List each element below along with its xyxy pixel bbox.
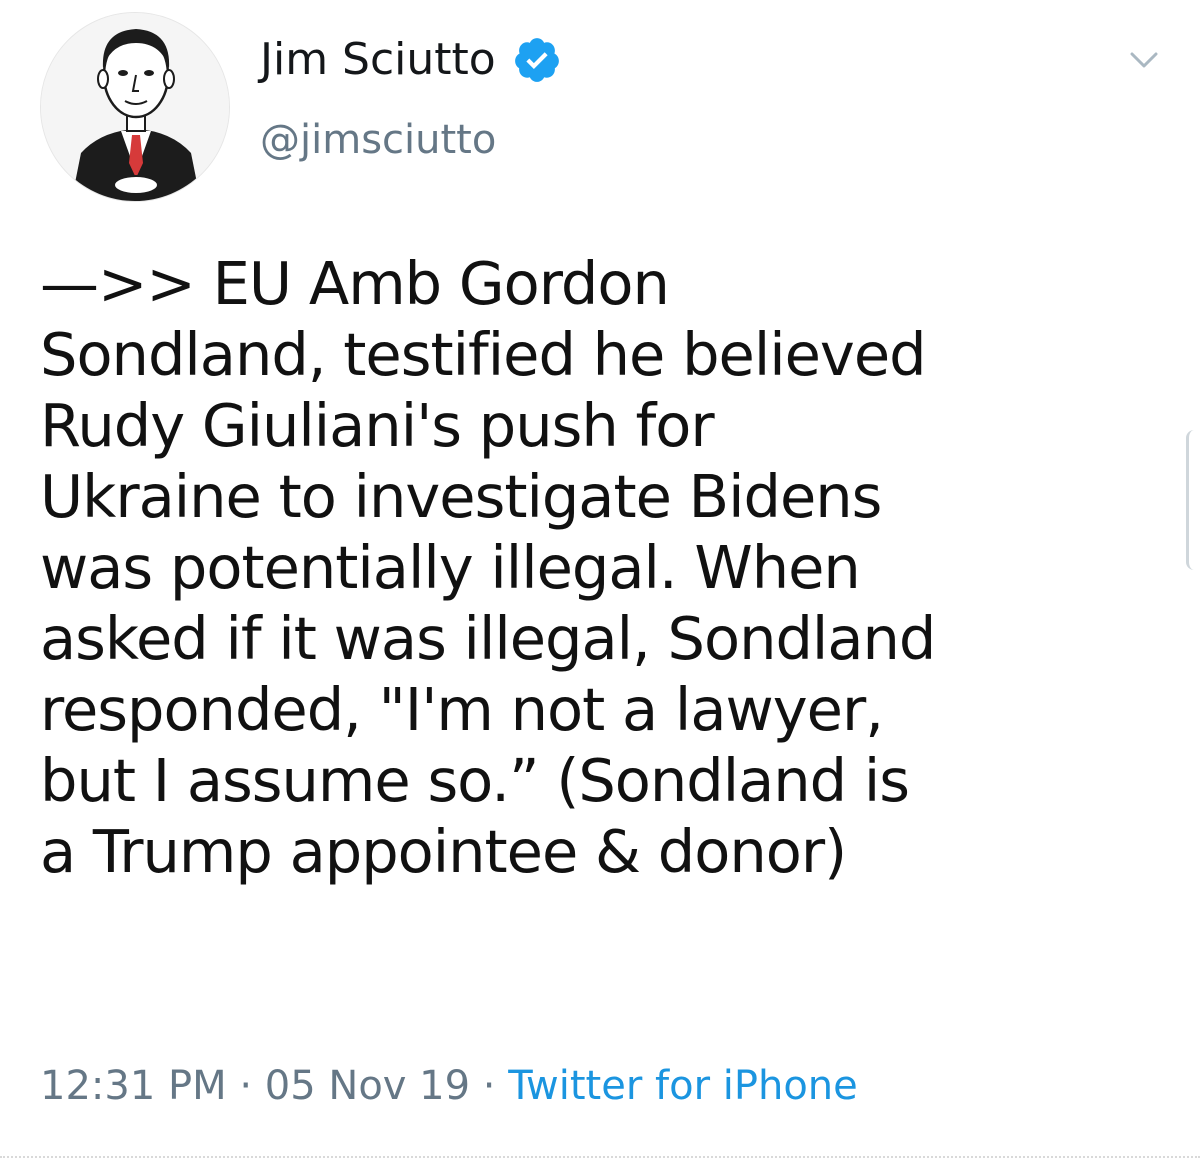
tweet-source-link[interactable]: Twitter for iPhone [508, 1063, 858, 1109]
tweet-text-line: was potentially illegal. When [40, 533, 861, 602]
tweet-text-line: —>> EU Amb Gordon [40, 249, 670, 318]
tweet-text-line: Sondland, testified he believed [40, 320, 927, 389]
author-handle[interactable]: @jimsciutto [260, 112, 496, 168]
tweet-text-line: a Trump appointee & donor) [40, 817, 847, 886]
verified-badge-icon [512, 35, 562, 85]
meta-separator: · [226, 1063, 265, 1109]
tweet-text-line: but I assume so.” (Sondland is [40, 746, 910, 815]
tweet-text-line: Ukraine to investigate Bidens [40, 462, 882, 531]
tweet-text-line: asked if it was illegal, Sondland [40, 604, 936, 673]
tweet-time[interactable]: 12:31 PM [40, 1063, 227, 1109]
caricature-avatar-icon [41, 13, 229, 201]
author-name-row[interactable]: Jim Sciutto [260, 30, 562, 90]
tweet-date[interactable]: 05 Nov 19 [265, 1063, 470, 1109]
tweet-meta: 12:31 PM · 05 Nov 19 · Twitter for iPhon… [40, 1054, 858, 1118]
tweet-text: —>> EU Amb Gordon Sondland, testified he… [40, 248, 1170, 887]
tweet-text-line: responded, "I'm not a lawyer, [40, 675, 884, 744]
meta-separator: · [470, 1063, 509, 1109]
chevron-down-icon[interactable] [1124, 40, 1164, 80]
tweet-text-line: Rudy Giuliani's push for [40, 391, 715, 460]
scrollbar[interactable] [1186, 430, 1200, 570]
divider [0, 1156, 1200, 1158]
tweet-card: Jim Sciutto @jimsciutto —>> EU Amb Gordo… [0, 0, 1200, 1164]
author-display-name[interactable]: Jim Sciutto [260, 30, 496, 90]
avatar[interactable] [40, 12, 230, 202]
